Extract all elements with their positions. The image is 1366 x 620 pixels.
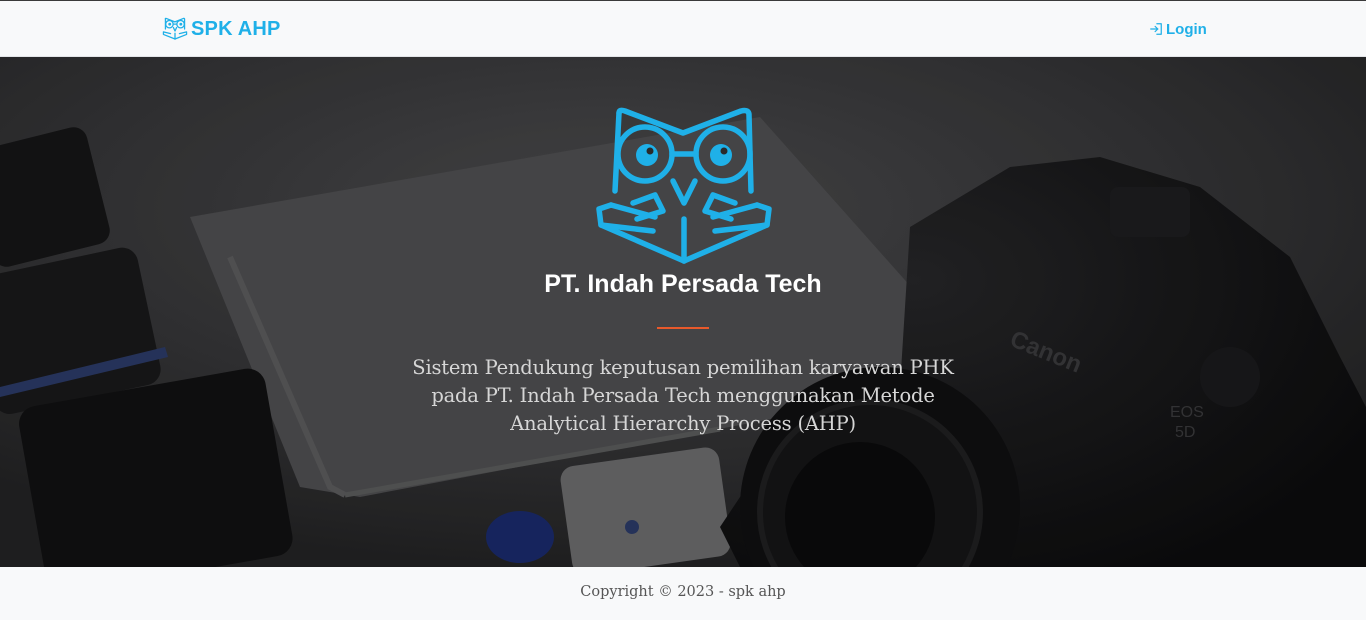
navbar: SPK AHP Login [0, 1, 1366, 57]
hero-section: Canon EOS 5D PT. Indah Persada Tech Sist… [0, 57, 1366, 567]
hero-description: Sistem Pendukung keputusan pemilihan kar… [412, 356, 954, 435]
page-title: PT. Indah Persada Tech [544, 270, 822, 298]
brand-label: SPK AHP [191, 17, 281, 40]
login-label: Login [1166, 20, 1207, 38]
title-divider [657, 327, 709, 329]
login-link[interactable]: Login [1149, 18, 1207, 40]
login-arrow-icon [1150, 23, 1162, 35]
owl-reading-book-icon [596, 107, 772, 264]
copyright-text: Copyright © 2023 - spk ahp [580, 584, 786, 600]
brand-link[interactable]: SPK AHP [162, 16, 281, 42]
owl-reading-book-icon [162, 17, 188, 40]
footer: Copyright © 2023 - spk ahp [0, 567, 1366, 620]
